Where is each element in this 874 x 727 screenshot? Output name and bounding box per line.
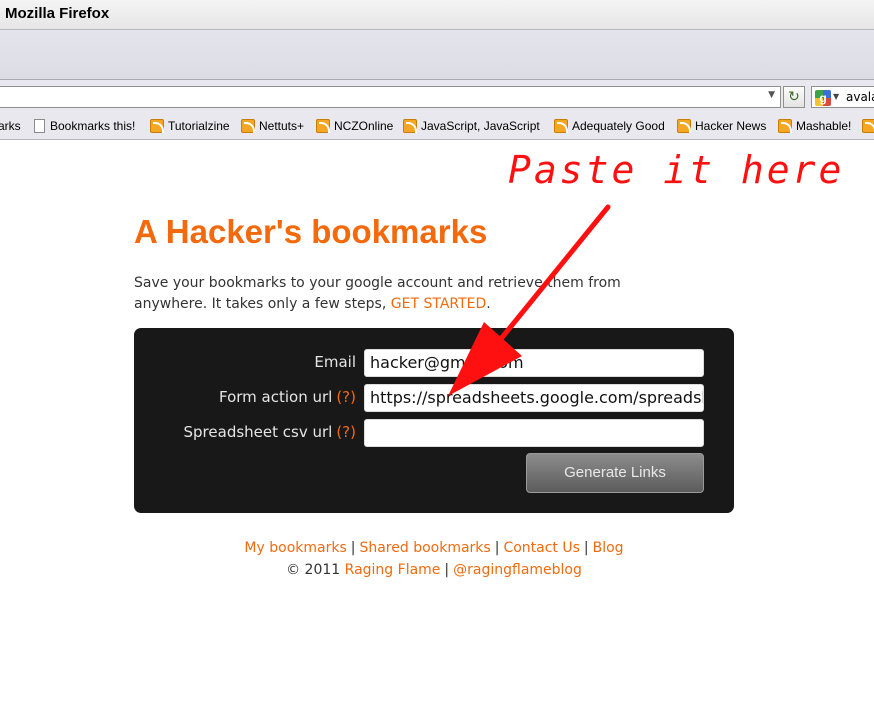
rss-icon: [778, 119, 792, 133]
generate-links-button[interactable]: Generate Links: [526, 453, 704, 493]
rss-icon: [316, 119, 330, 133]
bookmark-item[interactable]: Mashable!: [778, 119, 851, 133]
page-content: A Hacker's bookmarks Save your bookmarks…: [0, 140, 874, 727]
form-action-url-field[interactable]: https://spreadsheets.google.com/spreadsh…: [364, 384, 704, 412]
rss-icon: [554, 119, 568, 133]
form-action-help-link[interactable]: (?): [336, 388, 356, 406]
url-bar[interactable]: ▼: [0, 86, 781, 108]
copyright: © 2011 Raging Flame | @ragingflameblog: [0, 562, 868, 578]
bookmark-item[interactable]: JavaScript, JavaScript: [403, 119, 540, 133]
rss-icon: [403, 119, 417, 133]
footer-separator: |: [350, 540, 356, 556]
bookmarks-toolbar: arks Bookmarks this! Tutorialzine Nettut…: [0, 112, 874, 140]
page-title: A Hacker's bookmarks: [134, 213, 488, 250]
bookmark-item[interactable]: Bookmarks this!: [34, 119, 135, 133]
rss-icon: [677, 119, 691, 133]
bookmark-item[interactable]: NCZOnline: [316, 119, 393, 133]
my-bookmarks-link[interactable]: My bookmarks: [244, 540, 346, 556]
search-bar[interactable]: g ▼ avala: [811, 86, 874, 108]
footer-separator: |: [444, 562, 450, 578]
bookmark-item[interactable]: Tutorialzine: [150, 119, 230, 133]
bookmark-item[interactable]: Nettuts+: [241, 119, 304, 133]
bookmark-label: NCZOnline: [334, 119, 394, 133]
footer-links: My bookmarks | Shared bookmarks | Contact Us…: [0, 540, 868, 556]
get-started-link[interactable]: GET STARTED: [391, 296, 487, 312]
search-input[interactable]: avala: [846, 90, 874, 104]
window-title: Mozilla Firefox: [5, 5, 110, 22]
raging-flame-link[interactable]: Raging Flame: [345, 562, 441, 578]
navigation-toolbar: ▼ ↻ g ▼ avala: [0, 80, 874, 112]
rss-icon: [241, 119, 255, 133]
bookmark-label: Bookmarks this!: [50, 119, 136, 133]
csv-url-label: Spreadsheet csv url (?): [183, 423, 356, 441]
bookmark-label: JavaScript, JavaScript: [421, 119, 540, 133]
blog-link[interactable]: Blog: [593, 540, 624, 556]
bookmark-label: Nettuts+: [259, 119, 305, 133]
reload-icon: ↻: [788, 89, 800, 105]
reload-button[interactable]: ↻: [783, 86, 805, 108]
bookmark-label: arks: [0, 119, 21, 133]
url-dropdown-icon[interactable]: ▼: [768, 90, 775, 100]
bookmark-label: Mashable!: [796, 119, 852, 133]
bookmark-item[interactable]: Adequately Good: [554, 119, 665, 133]
bookmark-item[interactable]: arks: [0, 119, 21, 133]
email-field[interactable]: hacker@gmail.com: [364, 349, 704, 377]
bookmark-item[interactable]: Hacker News: [677, 119, 766, 133]
shared-bookmarks-link[interactable]: Shared bookmarks: [359, 540, 490, 556]
intro-paragraph: Save your bookmarks to your google accou…: [134, 273, 694, 315]
menu-toolbar: [0, 30, 874, 80]
bookmark-label: Tutorialzine: [168, 119, 230, 133]
google-icon[interactable]: g: [815, 90, 831, 106]
footer-separator: |: [583, 540, 589, 556]
annotation-label: Paste it here: [508, 148, 845, 192]
intro-text: Save your bookmarks to your google accou…: [134, 275, 621, 312]
copyright-text: © 2011: [286, 562, 341, 578]
bookmark-form: Email hacker@gmail.com Form action url (?…: [134, 328, 734, 513]
bookmark-label: Hacker News: [695, 119, 767, 133]
twitter-link[interactable]: @ragingflameblog: [453, 562, 582, 578]
form-action-label: Form action url (?): [218, 388, 356, 406]
window-titlebar: Mozilla Firefox: [0, 0, 874, 30]
intro-end: .: [486, 296, 491, 312]
email-label: Email: [314, 353, 356, 371]
footer-separator: |: [494, 540, 500, 556]
contact-us-link[interactable]: Contact Us: [503, 540, 579, 556]
rss-icon[interactable]: [862, 119, 874, 133]
page-icon: [34, 119, 45, 133]
search-engine-dropdown-icon[interactable]: ▼: [833, 92, 839, 101]
bookmark-label: Adequately Good: [572, 119, 665, 133]
csv-url-field[interactable]: [364, 419, 704, 447]
rss-icon: [150, 119, 164, 133]
csv-help-link[interactable]: (?): [336, 423, 356, 441]
